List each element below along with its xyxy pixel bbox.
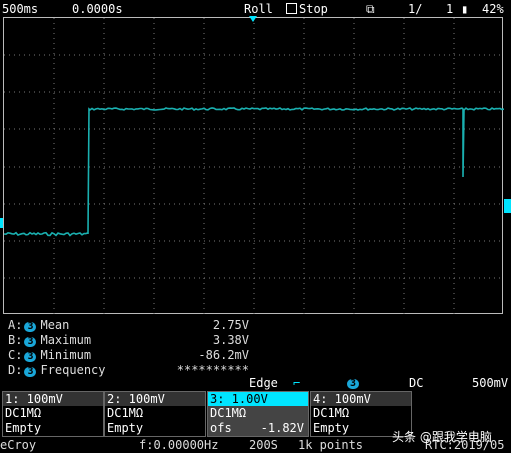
trigger-level-marker[interactable] [504, 199, 511, 213]
frequency-counter: f:0.00000Hz [139, 438, 219, 452]
channel-badge: 3 [24, 367, 37, 377]
brand-logo: eCroy [0, 438, 37, 452]
channel-3-box[interactable]: 3: 1.00V DC1MΩ ofs -1.82V [207, 391, 309, 437]
page-number: 1 [446, 2, 454, 16]
page-indicator[interactable]: 1/ [408, 2, 422, 16]
stop-box-icon [286, 3, 297, 14]
delay-label[interactable]: 0.0000s [72, 2, 123, 16]
rising-edge-icon: ⌐ [293, 376, 301, 390]
measurement-row[interactable]: D: 3 Frequency [8, 363, 106, 377]
channel-offset-marker[interactable] [0, 218, 3, 228]
status-bar: 500ms 0.0000s Roll Stop ⧉ 1/ 1 ▮ 42% [0, 0, 511, 17]
trigger-settings[interactable]: Edge ⌐ 3 DC 500mV [0, 377, 511, 391]
channel-badge: 3 [24, 322, 37, 332]
watermark: 头条 @跟我学电脑 [392, 430, 492, 444]
channel-badge: 3 [24, 337, 37, 347]
trigger-coupling: DC [409, 376, 424, 390]
copy-screen-icon[interactable]: ⧉ [366, 2, 375, 17]
waveform-grid [4, 18, 504, 315]
measurement-row[interactable]: B: 3 Maximum [8, 333, 91, 347]
measurement-value: -86.2mV [198, 348, 249, 362]
measurement-row[interactable]: A: 3 Mean [8, 318, 69, 332]
measurement-row[interactable]: C: 3 Minimum [8, 348, 91, 362]
trigger-level: 500mV [472, 376, 509, 390]
mode-label[interactable]: Roll [244, 2, 273, 16]
timebase-label[interactable]: 500ms [2, 2, 38, 16]
channel-2-box[interactable]: 2: 100mV DC1MΩ Empty [104, 391, 206, 437]
measurement-value: 2.75V [212, 318, 249, 332]
channel-1-box[interactable]: 1: 100mV DC1MΩ Empty [2, 391, 104, 437]
channel-3-trace [4, 107, 504, 237]
trigger-channel-badge: 3 [347, 379, 360, 389]
battery-icon: ▮ [461, 2, 469, 16]
record-length: 1k points [298, 438, 364, 452]
measurement-value: ********** [176, 363, 249, 377]
measurement-panel: A: 3 Mean 2.75V B: 3 Maximum 3.38V C: 3 Minimu… [0, 316, 511, 378]
measurement-value: 3.38V [212, 333, 249, 347]
channel-badge: 3 [24, 352, 37, 362]
trigger-type: Edge [249, 376, 278, 390]
waveform-display[interactable] [3, 17, 504, 315]
battery-level: 42% [482, 2, 504, 16]
run-stop-button[interactable]: Stop [286, 2, 328, 16]
trigger-position-marker[interactable] [249, 16, 257, 22]
sample-rate: 200S [249, 438, 278, 452]
